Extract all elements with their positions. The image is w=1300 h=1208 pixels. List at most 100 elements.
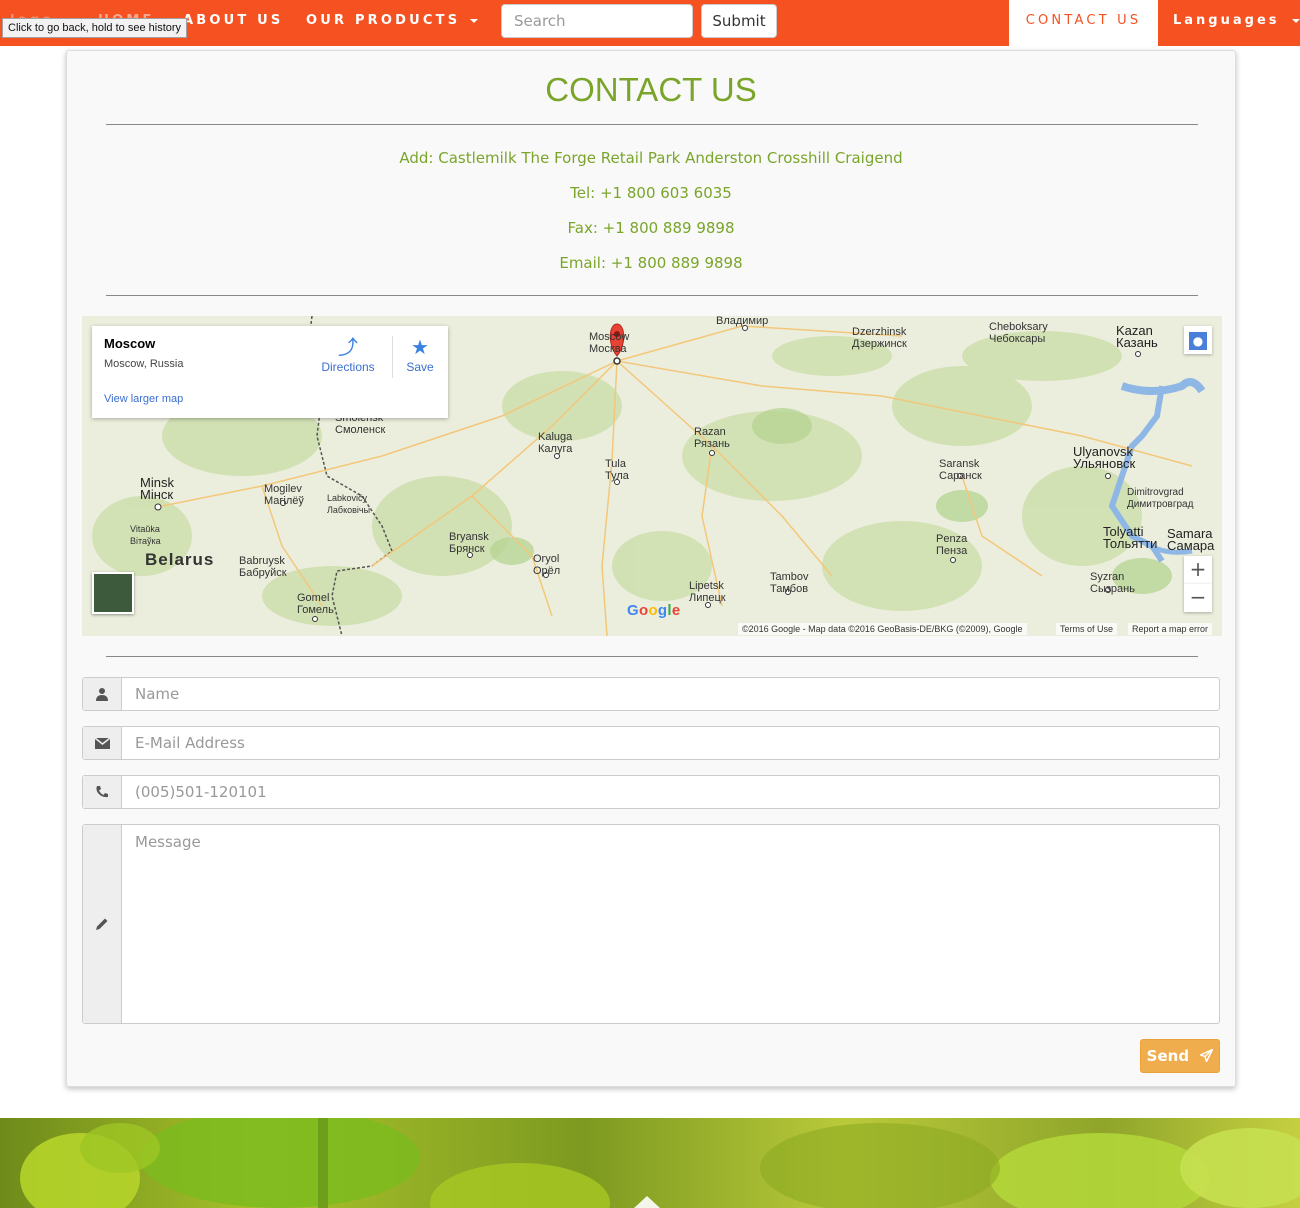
map-label-penza-ru: Пенза [936, 545, 968, 557]
map-label-kazan-ru: Казань [1116, 335, 1158, 350]
map-label-babruysk: Babruysk Бабруйск [239, 555, 287, 579]
contact-email: Email: +1 800 889 9898 [559, 254, 743, 272]
contact-tel: Tel: +1 800 603 6035 [570, 184, 732, 202]
contact-fax: Fax: +1 800 889 9898 [567, 219, 735, 237]
pencil-icon [83, 825, 122, 1023]
map-label-vitauka-ru: Вітаўка [130, 536, 161, 546]
map-label-dzerzhinsk: Dzerzhinsk Дзержинск [852, 326, 907, 350]
languages-label: Languages [1173, 13, 1280, 28]
person-icon: ● [1189, 332, 1207, 350]
map-label-minsk-ru: Мінск [140, 487, 174, 502]
map-label-ulyanovsk: Ulyanovsk Ульяновск [1073, 445, 1136, 471]
map-label-cheboksary-ru: Чебоксары [989, 333, 1046, 345]
map-label-tolyatti: Tolyatti Тольятти [1103, 525, 1157, 550]
map-label-saransk-en: Saransk [939, 458, 980, 470]
map-label-dimitrovgrad-ru: Димитровград [1127, 499, 1194, 510]
map-label-tambov: Tambov Тамбов [770, 571, 809, 595]
place-address: Moscow, Russia [104, 358, 184, 370]
place-name: Moscow [104, 336, 156, 351]
embedded-map[interactable]: Moscow Москва Владимир Dzerzhinsk Дзержинс… [82, 316, 1222, 636]
map-label-labkovichy-en: Labkovičy [327, 493, 368, 503]
message-input-group [82, 824, 1220, 1024]
map-label-bryansk-en: Bryansk [449, 531, 489, 543]
map-label-lipetsk: Lipetsk Липецк [689, 580, 726, 604]
email-input-group [82, 726, 1220, 760]
divider [106, 656, 1198, 657]
map-label-moscow: Moscow Москва [589, 331, 629, 355]
nav-about-us[interactable]: ABOUT US [183, 0, 284, 46]
languages-dropdown[interactable]: Languages [1158, 0, 1300, 46]
report-map-error-link[interactable]: Report a map error [1128, 623, 1213, 635]
satellite-toggle[interactable] [92, 572, 134, 614]
map-label-tula: Tula Тула [605, 458, 629, 482]
send-label: Send [1146, 1047, 1190, 1065]
contact-address: Add: Castlemilk The Forge Retail Park An… [399, 149, 903, 167]
google-logo: Google [627, 602, 681, 619]
email-field[interactable] [123, 727, 1219, 759]
save-place-button[interactable]: ★ Save [400, 336, 440, 374]
map-label-vladimir: Владимир [716, 316, 769, 327]
nav-contact-us[interactable]: CONTACT US [1009, 0, 1158, 46]
name-field[interactable] [123, 678, 1219, 710]
map-label-saransk-ru: Саранск [939, 470, 982, 482]
search-submit-button[interactable]: Submit [701, 4, 777, 38]
map-label-dimitrovgrad-en: Dimitrovgrad [1127, 487, 1184, 498]
map-label-vitauka-en: Vitaŭka [130, 524, 160, 534]
envelope-icon [83, 727, 122, 759]
view-larger-map-link[interactable]: View larger map [104, 393, 183, 405]
directions-button[interactable]: ⤴ Directions [318, 336, 378, 374]
footer-leaves-image [0, 1118, 1300, 1208]
directions-icon: ⤴ [338, 337, 358, 359]
map-label-belarus: Belarus [145, 550, 215, 569]
map-label-gomel-ru: Гомель [297, 604, 334, 616]
map-label-kaluga-ru: Калуга [538, 443, 573, 455]
map-label-oryol: Oryol Орёл [533, 553, 560, 577]
divider [106, 295, 1198, 296]
map-label-syzran-en: Syzran [1090, 571, 1125, 583]
map-label-penza-en: Penza [936, 533, 968, 545]
map-label-razan-en: Razan [694, 426, 726, 438]
caret-down-icon [470, 18, 479, 23]
page-title: CONTACT US [545, 71, 757, 108]
map-label-tula-ru: Тула [605, 470, 629, 482]
terms-of-use-link[interactable]: Terms of Use [1056, 623, 1118, 635]
map-label-labkovichy-ru: Лабковічы [327, 505, 371, 515]
phone-icon [83, 776, 122, 808]
map-label-babruysk-ru: Бабруйск [239, 567, 287, 579]
map-label-razan: Razan Рязань [694, 426, 730, 450]
map-label-cheboksary: Cheboksary Чебоксары [989, 321, 1048, 345]
map-label-smolensk-ru: Смоленск [335, 424, 386, 436]
name-input-group [82, 677, 1220, 711]
top-navbar: logo HOME ABOUT US OUR PRODUCTS Submit C… [0, 0, 1300, 46]
directions-label: Directions [321, 360, 375, 374]
map-label-kaluga-en: Kaluga [538, 431, 573, 443]
map-label-gomel-en: Gomel [297, 592, 330, 604]
user-icon [83, 678, 122, 710]
map-label-oryol-ru: Орёл [533, 565, 561, 577]
zoom-out-button[interactable]: − [1184, 584, 1212, 612]
paper-plane-icon [1200, 1041, 1214, 1073]
nav-our-products[interactable]: OUR PRODUCTS [306, 0, 479, 46]
map-label-dzerzhinsk-en: Dzerzhinsk [852, 326, 907, 338]
map-label-kazan: Kazan Казань [1116, 324, 1158, 350]
phone-input-group [82, 775, 1220, 809]
map-label-moscow-ru: Москва [589, 343, 627, 355]
map-label-ulyanovsk-ru: Ульяновск [1073, 456, 1136, 471]
send-button[interactable]: Send [1140, 1039, 1220, 1073]
nav-our-products-label: OUR PRODUCTS [306, 13, 461, 28]
star-icon: ★ [411, 337, 429, 359]
map-label-samara: Samara Самара [1167, 527, 1214, 552]
search-input[interactable] [501, 4, 693, 38]
phone-field[interactable] [123, 776, 1219, 808]
map-label-labkovichy: Labkovičy Лабковічы [327, 492, 370, 516]
street-view-pegman[interactable]: ● [1184, 326, 1212, 354]
map-label-syzran-ru: Сызрань [1090, 583, 1135, 595]
message-field[interactable] [123, 825, 1219, 1023]
map-label-vitauka: Vitaŭka Вітаўка [130, 523, 161, 547]
map-label-bryansk-ru: Брянск [449, 543, 485, 555]
zoom-in-button[interactable]: + [1184, 556, 1212, 584]
map-label-syzran: Syzran Сызрань [1090, 571, 1135, 595]
map-label-minsk: Minsk Мінск [140, 476, 174, 502]
map-label-saransk: Saransk Саранск [939, 458, 982, 482]
map-label-dimitrovgrad: Dimitrovgrad Димитровград [1127, 487, 1193, 511]
